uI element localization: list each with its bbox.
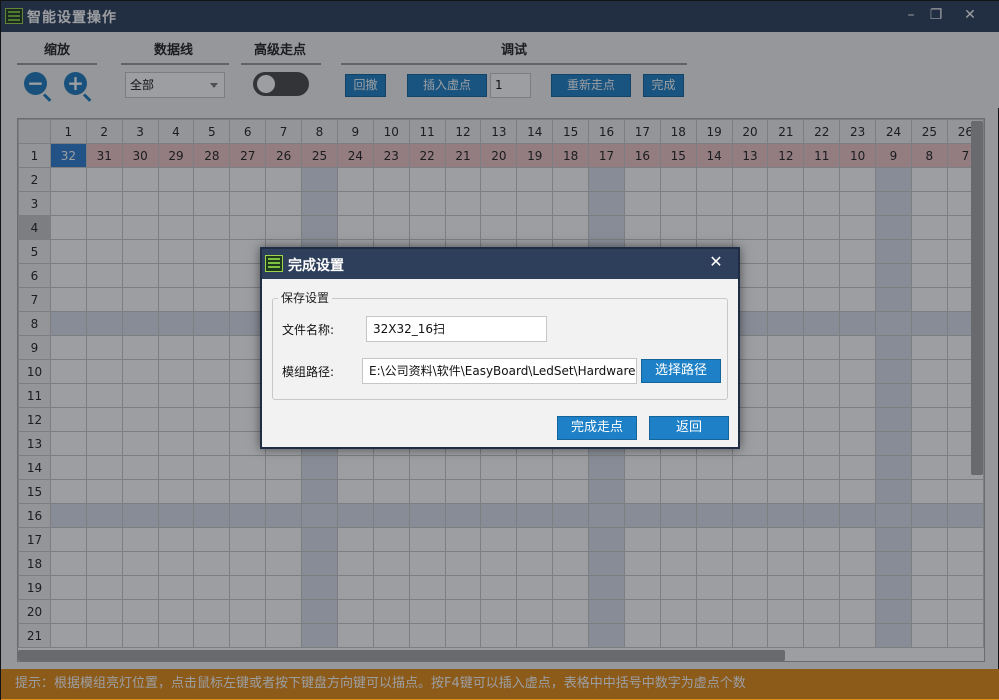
path-input[interactable]: E:\公司资料\软件\EasyBoard\LedSet\Hardware	[362, 358, 637, 384]
finish-settings-dialog: 完成设置 ✕ 保存设置 文件名称: 32X32_16扫 模组路径: E:\公司资…	[260, 247, 740, 449]
choose-path-button[interactable]: 选择路径	[641, 359, 721, 383]
filename-input[interactable]: 32X32_16扫	[366, 316, 547, 342]
path-label: 模组路径:	[282, 365, 335, 379]
dialog-close-button[interactable]: ✕	[703, 252, 729, 274]
complete-walk-button[interactable]: 完成走点	[557, 416, 637, 440]
save-settings-group	[272, 298, 728, 400]
back-button[interactable]: 返回	[649, 416, 729, 440]
save-settings-legend: 保存设置	[278, 289, 333, 306]
dialog-logo-icon	[265, 255, 283, 272]
dialog-title: 完成设置	[288, 258, 344, 274]
dialog-title-bar[interactable]: 完成设置 ✕	[262, 249, 738, 279]
filename-label: 文件名称:	[282, 323, 335, 337]
